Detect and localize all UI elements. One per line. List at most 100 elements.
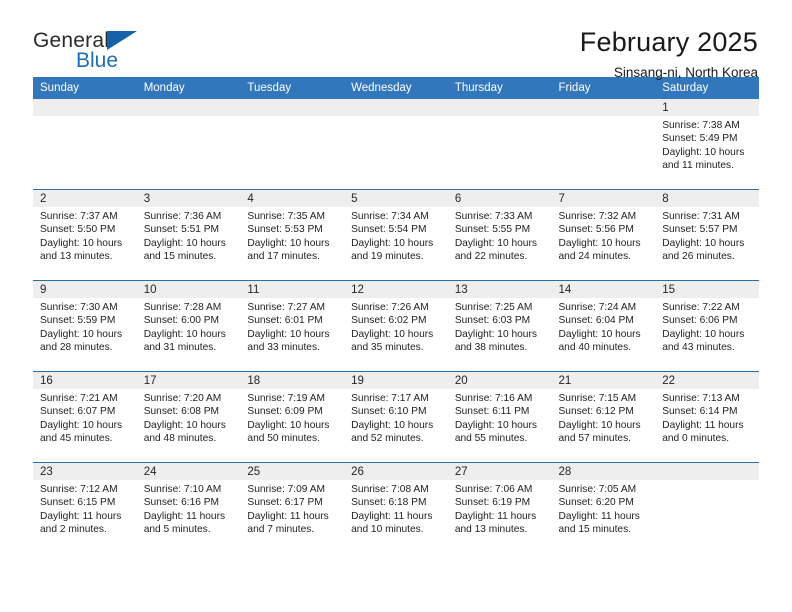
calendar-day-cell[interactable]: 1 Sunrise: 7:38 AM Sunset: 5:49 PM Daylight… (655, 99, 759, 190)
day-content: 15 Sunrise: 7:22 AM Sunset: 6:06 PM Dayligh… (655, 281, 759, 371)
daylight-text-line1: Daylight: 10 hours (454, 328, 537, 340)
day-content: 12 Sunrise: 7:26 AM Sunset: 6:02 PM Dayligh… (344, 281, 448, 371)
calendar-day-cell[interactable]: 3 Sunrise: 7:36 AM Sunset: 5:51 PM Daylight… (136, 189, 241, 281)
calendar-day-cell[interactable]: 26 Sunrise: 7:08 AM Sunset: 6:18 PM Dayligh… (344, 462, 448, 553)
sunrise-text: Sunrise: 7:26 AM (351, 302, 429, 313)
day-number (447, 99, 552, 116)
day-number: 18 (240, 372, 345, 389)
calendar-day-cell[interactable]: 7 Sunrise: 7:32 AM Sunset: 5:56 PM Daylight… (551, 189, 656, 281)
sunset-text: Sunset: 6:04 PM (558, 315, 634, 327)
sunrise-text: Sunrise: 7:38 AM (662, 120, 740, 131)
day-number: 8 (655, 190, 759, 207)
calendar-day-cell[interactable]: 14 Sunrise: 7:24 AM Sunset: 6:04 PM Dayligh… (551, 280, 656, 372)
sunrise-text: Sunrise: 7:17 AM (351, 393, 429, 404)
calendar-day-cell[interactable]: 21 Sunrise: 7:15 AM Sunset: 6:12 PM Dayligh… (551, 371, 656, 463)
calendar-day-cell[interactable]: 2 Sunrise: 7:37 AM Sunset: 5:50 PM Daylight… (33, 189, 137, 281)
calendar-day-cell[interactable]: 27 Sunrise: 7:06 AM Sunset: 6:19 PM Dayligh… (447, 462, 552, 553)
daylight-text-line1: Daylight: 10 hours (351, 419, 434, 431)
page-title: February 2025 (579, 27, 758, 57)
sunset-text: Sunset: 6:06 PM (662, 315, 738, 327)
daylight-text-line1: Daylight: 11 hours (558, 510, 640, 522)
sunrise-text: Sunrise: 7:13 AM (662, 393, 740, 404)
daylight-text-line1: Daylight: 10 hours (40, 237, 123, 249)
weekday-header-sunday: Sunday (33, 77, 137, 99)
calendar-day-cell[interactable]: 24 Sunrise: 7:10 AM Sunset: 6:16 PM Dayligh… (136, 462, 241, 553)
calendar-day-cell (33, 99, 137, 190)
day-number: 3 (136, 190, 241, 207)
sunset-text: Sunset: 6:09 PM (247, 406, 323, 418)
sunrise-text: Sunrise: 7:08 AM (351, 484, 429, 495)
calendar-day-cell[interactable]: 20 Sunrise: 7:16 AM Sunset: 6:11 PM Dayligh… (447, 371, 552, 463)
calendar-day-cell[interactable]: 28 Sunrise: 7:05 AM Sunset: 6:20 PM Dayligh… (551, 462, 656, 553)
day-content: 13 Sunrise: 7:25 AM Sunset: 6:03 PM Dayligh… (447, 281, 552, 371)
daylight-text-line1: Daylight: 10 hours (558, 328, 641, 340)
calendar-day-cell[interactable]: 5 Sunrise: 7:34 AM Sunset: 5:54 PM Daylight… (344, 189, 448, 281)
day-content: 1 Sunrise: 7:38 AM Sunset: 5:49 PM Daylight… (655, 99, 759, 189)
sunrise-text: Sunrise: 7:35 AM (247, 211, 325, 222)
sunrise-text: Sunrise: 7:27 AM (247, 302, 325, 313)
daylight-text-line2: and 13 minutes. (40, 250, 113, 262)
calendar-day-cell[interactable]: 17 Sunrise: 7:20 AM Sunset: 6:08 PM Dayligh… (136, 371, 241, 463)
daylight-text-line2: and 11 minutes. (662, 159, 734, 171)
day-number (655, 463, 759, 480)
sunset-text: Sunset: 5:56 PM (558, 224, 634, 236)
calendar-day-cell (655, 462, 759, 553)
day-content: 28 Sunrise: 7:05 AM Sunset: 6:20 PM Dayligh… (551, 463, 656, 553)
day-number: 6 (447, 190, 552, 207)
day-number: 20 (447, 372, 552, 389)
calendar-day-cell[interactable]: 9 Sunrise: 7:30 AM Sunset: 5:59 PM Daylight… (33, 280, 137, 372)
day-number: 23 (33, 463, 137, 480)
location-subtitle: Sinsang-ni, North Korea (613, 65, 758, 80)
calendar-day-cell[interactable]: 8 Sunrise: 7:31 AM Sunset: 5:57 PM Daylight… (655, 189, 759, 281)
day-details: Sunrise: 7:36 AM Sunset: 5:51 PM Daylight:… (137, 207, 241, 263)
daylight-text-line2: and 5 minutes. (143, 523, 211, 535)
day-number: 27 (447, 463, 552, 480)
calendar-day-cell[interactable]: 12 Sunrise: 7:26 AM Sunset: 6:02 PM Dayligh… (344, 280, 448, 372)
calendar-day-cell (136, 99, 241, 190)
sunset-text: Sunset: 6:16 PM (143, 497, 220, 509)
sunset-text: Sunset: 6:03 PM (454, 315, 531, 327)
calendar-day-cell[interactable]: 4 Sunrise: 7:35 AM Sunset: 5:53 PM Daylight… (240, 189, 345, 281)
day-number: 28 (551, 463, 656, 480)
weekday-header-monday: Monday (136, 77, 241, 99)
daylight-text-line1: Daylight: 10 hours (351, 237, 434, 249)
day-details: Sunrise: 7:27 AM Sunset: 6:01 PM Daylight:… (240, 298, 344, 354)
daylight-text-line1: Daylight: 10 hours (40, 419, 123, 431)
calendar-day-cell[interactable]: 16 Sunrise: 7:21 AM Sunset: 6:07 PM Dayligh… (33, 371, 137, 463)
day-details: Sunrise: 7:28 AM Sunset: 6:00 PM Daylight:… (137, 298, 241, 354)
day-details: Sunrise: 7:32 AM Sunset: 5:56 PM Daylight:… (552, 207, 656, 263)
day-details: Sunrise: 7:10 AM Sunset: 6:16 PM Daylight:… (137, 480, 241, 536)
calendar-day-cell[interactable]: 18 Sunrise: 7:19 AM Sunset: 6:09 PM Dayligh… (240, 371, 345, 463)
day-content: 8 Sunrise: 7:31 AM Sunset: 5:57 PM Daylight… (655, 190, 759, 280)
calendar-page: General Blue February 2025 Sinsang-ni, N… (0, 0, 792, 612)
day-number: 21 (551, 372, 656, 389)
calendar-day-cell[interactable]: 13 Sunrise: 7:25 AM Sunset: 6:03 PM Dayligh… (447, 280, 552, 372)
calendar-day-cell[interactable]: 11 Sunrise: 7:27 AM Sunset: 6:01 PM Dayligh… (240, 280, 345, 372)
calendar-day-cell[interactable]: 15 Sunrise: 7:22 AM Sunset: 6:06 PM Dayligh… (655, 280, 759, 372)
sunrise-text: Sunrise: 7:33 AM (454, 211, 533, 222)
day-number (33, 99, 137, 116)
logo-triangle-icon (107, 31, 137, 50)
sunset-text: Sunset: 6:12 PM (558, 406, 634, 418)
daylight-text-line2: and 22 minutes. (454, 250, 528, 262)
daylight-text-line2: and 57 minutes. (558, 432, 632, 444)
empty-day (655, 463, 759, 553)
sunrise-text: Sunrise: 7:19 AM (247, 393, 325, 404)
daylight-text-line1: Daylight: 11 hours (247, 510, 329, 522)
daylight-text-line1: Daylight: 10 hours (247, 328, 330, 340)
sunrise-text: Sunrise: 7:32 AM (558, 211, 637, 222)
calendar-day-cell (447, 99, 552, 190)
day-details: Sunrise: 7:13 AM Sunset: 6:14 PM Daylight:… (655, 389, 759, 445)
calendar-day-cell[interactable]: 6 Sunrise: 7:33 AM Sunset: 5:55 PM Daylight… (447, 189, 552, 281)
calendar-day-cell[interactable]: 19 Sunrise: 7:17 AM Sunset: 6:10 PM Dayligh… (344, 371, 448, 463)
day-details: Sunrise: 7:08 AM Sunset: 6:18 PM Daylight:… (344, 480, 448, 536)
sunset-text: Sunset: 6:01 PM (247, 315, 323, 327)
calendar-day-cell[interactable]: 23 Sunrise: 7:12 AM Sunset: 6:15 PM Dayligh… (33, 462, 137, 553)
day-number: 24 (136, 463, 241, 480)
day-number: 13 (447, 281, 552, 298)
daylight-text-line1: Daylight: 11 hours (143, 510, 226, 522)
calendar-day-cell[interactable]: 10 Sunrise: 7:28 AM Sunset: 6:00 PM Dayligh… (136, 280, 241, 372)
daylight-text-line1: Daylight: 10 hours (143, 419, 226, 431)
calendar-day-cell[interactable]: 22 Sunrise: 7:13 AM Sunset: 6:14 PM Dayligh… (655, 371, 759, 463)
calendar-day-cell[interactable]: 25 Sunrise: 7:09 AM Sunset: 6:17 PM Dayligh… (240, 462, 345, 553)
